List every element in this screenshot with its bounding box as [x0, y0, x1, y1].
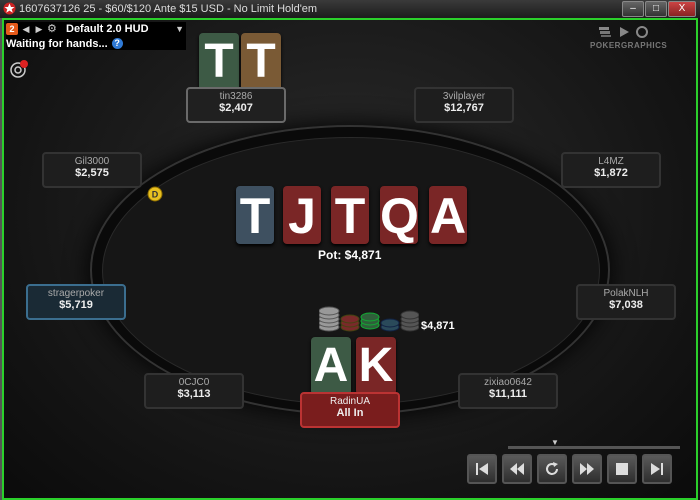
play-icon[interactable] [618, 26, 630, 38]
opponent-card: T [199, 33, 239, 91]
window-controls: – □ X [622, 1, 696, 17]
seat-stack: All In [336, 407, 364, 419]
minimize-button[interactable]: – [622, 1, 644, 17]
pokergraphics-widget: POKERGRAPHICS [590, 26, 690, 60]
board-card: T [331, 186, 369, 244]
hero-card: A [311, 337, 351, 395]
bet-amount: $4,871 [421, 320, 455, 332]
hud-status-text: Waiting for hands... [6, 37, 108, 50]
skip-to-end-icon [651, 463, 663, 475]
help-icon[interactable]: ? [111, 38, 123, 49]
forward-arrow-icon[interactable]: ▶ [34, 23, 44, 35]
seat-stack: $5,719 [59, 299, 93, 311]
board-card: J [283, 186, 321, 244]
stop-button[interactable] [607, 454, 637, 484]
seat-stack: $2,575 [75, 167, 109, 179]
hud-badge[interactable]: 2 [6, 23, 18, 35]
svg-text:D: D [152, 190, 159, 200]
stack-icon[interactable] [598, 26, 612, 38]
rewind-button[interactable] [502, 454, 532, 484]
fast-forward-icon [580, 463, 594, 475]
seat-l4mz[interactable]: L4MZ $1,872 [561, 152, 661, 188]
replay-progress-bar[interactable] [508, 446, 680, 449]
seat-zixiao0642[interactable]: zixiao0642 $11,111 [458, 373, 558, 409]
seat-player-name: 0CJC0 [178, 377, 210, 388]
pokergraphics-label: POKERGRAPHICS [590, 41, 668, 50]
hud-toolbar: 2 ◀ ▶ ⚙ Default 2.0 HUD ▼ [6, 22, 186, 36]
close-button[interactable]: X [668, 1, 696, 17]
pokerstars-logo-icon [3, 2, 16, 15]
seat-gil3000[interactable]: Gil3000 $2,575 [42, 152, 142, 188]
progress-marker-icon[interactable]: ▼ [551, 438, 559, 447]
seat-3vilplayer[interactable]: 3vilplayer $12,767 [414, 87, 514, 123]
skip-to-end-button[interactable] [642, 454, 672, 484]
seat-player-name: PolakNLH [603, 288, 649, 299]
record-icon[interactable] [636, 26, 648, 38]
seat-player-name: stragerpoker [47, 288, 105, 299]
seat-player-name: RadinUA [329, 396, 371, 407]
seat-stack: $7,038 [609, 299, 643, 311]
seat-player-name: tin3286 [219, 91, 253, 102]
dealer-button-icon: D [147, 186, 163, 202]
chevron-down-icon[interactable]: ▼ [175, 24, 184, 34]
hud-profile-name[interactable]: Default 2.0 HUD [66, 23, 149, 35]
opponent-card: T [241, 33, 281, 91]
target-tool-icon[interactable] [9, 59, 29, 79]
stop-icon [616, 463, 628, 475]
back-arrow-icon[interactable]: ◀ [21, 23, 31, 35]
hud-panel: 2 ◀ ▶ ⚙ Default 2.0 HUD ▼ Waiting for ha… [6, 22, 186, 50]
replay-icon [546, 462, 558, 475]
board-card: A [429, 186, 467, 244]
pot-total: Pot: $4,871 [318, 248, 382, 262]
seat-radinua-hero[interactable]: RadinUA All In [300, 392, 400, 428]
seat-stack: $11,111 [489, 388, 527, 400]
seat-stack: $12,767 [444, 102, 484, 114]
seat-stragerpoker[interactable]: stragerpoker $5,719 [26, 284, 126, 320]
title-bar: 1607637126 25 - $60/$120 Ante $15 USD - … [0, 0, 700, 18]
seat-player-name: L4MZ [598, 156, 624, 167]
seat-polaknlh[interactable]: PolakNLH $7,038 [576, 284, 676, 320]
window-title: 1607637126 25 - $60/$120 Ante $15 USD - … [19, 3, 318, 15]
seat-stack: $1,872 [594, 167, 628, 179]
seat-stack: $3,113 [177, 388, 211, 400]
seat-player-name: Gil3000 [74, 156, 110, 167]
table-felt [102, 137, 600, 405]
hud-status-row: Waiting for hands... ? [6, 37, 186, 50]
maximize-button[interactable]: □ [645, 1, 667, 17]
gear-icon[interactable]: ⚙ [47, 23, 59, 35]
seat-player-name: zixiao0642 [484, 377, 532, 388]
board-card: T [236, 186, 274, 244]
chip-stack-icon [319, 306, 419, 332]
skip-to-start-icon [476, 463, 488, 475]
seat-0cjc0[interactable]: 0CJC0 $3,113 [144, 373, 244, 409]
skip-to-start-button[interactable] [467, 454, 497, 484]
replay-controls [467, 454, 672, 484]
rewind-icon [510, 463, 524, 475]
fast-forward-button[interactable] [572, 454, 602, 484]
replay-button[interactable] [537, 454, 567, 484]
hero-card: K [356, 337, 396, 395]
seat-player-name: 3vilplayer [442, 91, 486, 102]
seat-tin3286[interactable]: tin3286 $2,407 [186, 87, 286, 123]
seat-stack: $2,407 [219, 102, 253, 114]
board-card: Q [380, 186, 419, 244]
